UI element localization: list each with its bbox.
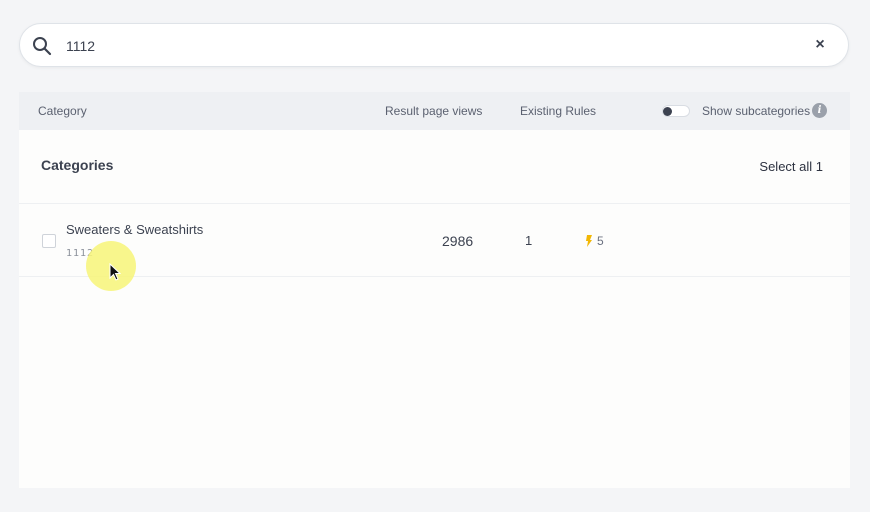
row-checkbox[interactable]	[42, 234, 56, 248]
header-result-page-views[interactable]: Result page views	[385, 104, 482, 118]
categories-panel: Categories Select all 1 Sweaters & Sweat…	[19, 130, 850, 488]
info-icon[interactable]: i	[812, 103, 827, 118]
table-row[interactable]: Sweaters & Sweatshirts 1112 2986 1 5	[19, 204, 850, 276]
show-subcategories-label: Show subcategories	[702, 104, 811, 118]
bolt-icon	[586, 235, 592, 247]
header-category[interactable]: Category	[38, 104, 87, 118]
select-all-button[interactable]: Select all 1	[759, 159, 823, 174]
cursor-icon	[109, 263, 121, 281]
header-existing-rules[interactable]: Existing Rules	[520, 104, 596, 118]
clear-icon[interactable]: ×	[812, 37, 828, 53]
search-icon	[33, 37, 52, 56]
category-name: Sweaters & Sweatshirts	[66, 222, 204, 237]
result-page-views-value: 2986	[442, 233, 474, 249]
existing-rules-value: 1	[525, 233, 533, 248]
table-header: Category Result page views Existing Rule…	[19, 92, 850, 130]
toggle-knob	[663, 107, 672, 116]
divider	[19, 276, 850, 277]
boost-count: 5	[597, 234, 604, 248]
show-subcategories-toggle[interactable]	[662, 105, 690, 117]
search-input[interactable]	[66, 34, 766, 58]
categories-title: Categories	[41, 157, 114, 173]
search-bar[interactable]: ×	[19, 23, 849, 67]
